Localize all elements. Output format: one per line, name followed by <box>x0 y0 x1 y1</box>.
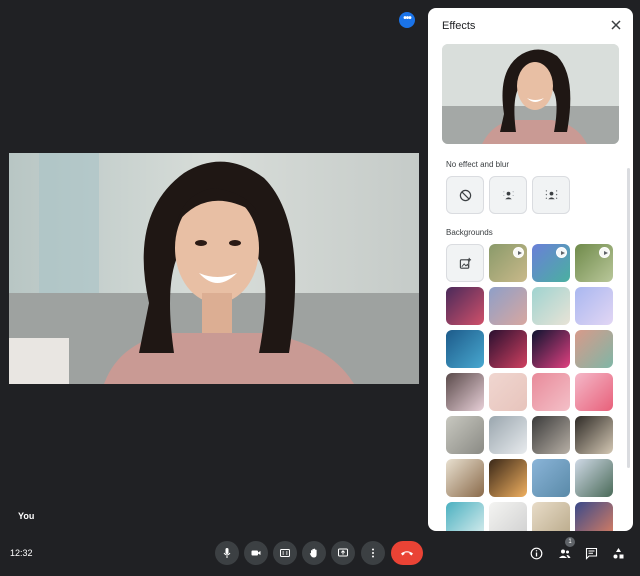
background-video-tile[interactable] <box>575 244 613 282</box>
background-image-tile[interactable] <box>446 373 484 411</box>
background-image-tile[interactable] <box>532 373 570 411</box>
background-image-tile[interactable] <box>489 502 527 531</box>
activities-shapes-icon <box>613 547 623 558</box>
camera-icon <box>251 550 261 556</box>
background-image-tile[interactable] <box>575 459 613 497</box>
effects-panel-title: Effects <box>442 20 476 32</box>
background-image-tile[interactable] <box>489 459 527 497</box>
play-icon <box>599 247 610 258</box>
background-image-tile[interactable] <box>446 330 484 368</box>
background-video-tile[interactable] <box>532 244 570 282</box>
no-effect-section-title: No effect and blur <box>446 160 510 169</box>
background-video-tile[interactable] <box>489 244 527 282</box>
more-options-icon[interactable]: ••• <box>399 12 415 28</box>
effects-panel: Effects No effect and blur Backgrounds <box>428 8 633 531</box>
blur-person-icon <box>502 190 514 199</box>
background-image-tile[interactable] <box>446 287 484 325</box>
backgrounds-grid <box>446 244 616 531</box>
background-image-tile[interactable] <box>532 287 570 325</box>
meeting-clock: 12:32 <box>10 548 33 558</box>
background-image-tile[interactable] <box>532 459 570 497</box>
chat-button[interactable] <box>583 545 599 561</box>
background-image-tile[interactable] <box>489 373 527 411</box>
vertical-dots-icon <box>372 548 374 558</box>
play-icon <box>513 247 524 258</box>
no-effect-options <box>446 176 570 214</box>
participant-count-badge: 1 <box>565 537 575 547</box>
background-image-tile[interactable] <box>575 373 613 411</box>
add-image-icon <box>459 257 471 269</box>
background-image-tile[interactable] <box>489 330 527 368</box>
captions-icon <box>280 549 290 557</box>
background-image-tile[interactable] <box>446 416 484 454</box>
chat-icon <box>585 547 597 560</box>
meeting-screen: ••• You Effects No effect and blur Backg… <box>0 0 640 576</box>
no-effect-button[interactable] <box>446 176 484 214</box>
video-feed <box>9 153 419 384</box>
upload-background-button[interactable] <box>446 244 484 282</box>
background-image-tile[interactable] <box>532 330 570 368</box>
end-call-button[interactable] <box>391 541 423 565</box>
background-image-tile[interactable] <box>446 459 484 497</box>
info-icon <box>530 547 542 559</box>
people-icon <box>558 549 570 558</box>
background-image-tile[interactable] <box>489 416 527 454</box>
self-label: You <box>18 511 35 521</box>
background-image-tile[interactable] <box>575 502 613 531</box>
activities-button[interactable] <box>610 545 626 561</box>
captions-button[interactable] <box>273 541 297 565</box>
blur-button[interactable] <box>532 176 570 214</box>
background-image-tile[interactable] <box>446 502 484 531</box>
panel-scrollbar[interactable] <box>627 168 630 468</box>
blur-background-icon <box>545 189 557 199</box>
microphone-button[interactable] <box>215 541 239 565</box>
background-image-tile[interactable] <box>575 287 613 325</box>
background-image-tile[interactable] <box>532 502 570 531</box>
background-image-tile[interactable] <box>575 330 613 368</box>
backgrounds-section-title: Backgrounds <box>446 228 493 237</box>
phone-hangup-icon <box>401 551 413 556</box>
present-button[interactable] <box>331 541 355 565</box>
more-actions-button[interactable] <box>361 541 385 565</box>
camera-button[interactable] <box>244 541 268 565</box>
microphone-icon <box>223 548 231 558</box>
main-video-tile <box>9 153 419 384</box>
hand-icon <box>309 548 317 558</box>
background-image-tile[interactable] <box>575 416 613 454</box>
play-icon <box>556 247 567 258</box>
slight-blur-button[interactable] <box>489 176 527 214</box>
background-image-tile[interactable] <box>532 416 570 454</box>
block-icon <box>459 189 471 201</box>
meeting-info-button[interactable] <box>528 545 544 561</box>
present-screen-icon <box>338 548 348 557</box>
people-button[interactable] <box>556 545 572 561</box>
close-icon[interactable] <box>609 18 623 32</box>
raise-hand-button[interactable] <box>302 541 326 565</box>
effects-preview <box>442 44 619 144</box>
background-image-tile[interactable] <box>489 287 527 325</box>
